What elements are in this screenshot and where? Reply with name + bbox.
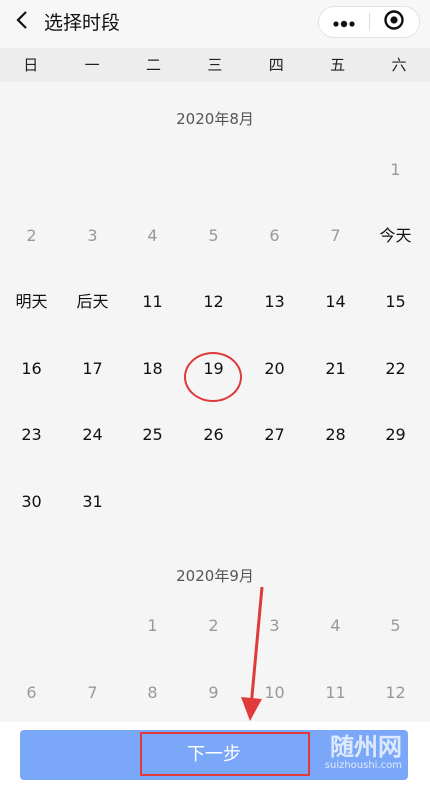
calendar-day[interactable]: 27 xyxy=(244,423,305,447)
calendar-day: 6 xyxy=(269,226,280,245)
annotation-box xyxy=(140,732,310,776)
calendar-day[interactable]: 今天 xyxy=(365,224,426,248)
calendar-day: 3 xyxy=(87,226,98,245)
weekday-fri: 五 xyxy=(330,56,346,74)
weekday-sun: 日 xyxy=(23,56,39,74)
watermark: 随州网 suizhoushi.com xyxy=(325,734,402,772)
chevron-left-icon xyxy=(15,10,29,34)
calendar-day: 5 xyxy=(390,616,401,635)
month-title-aug: 2020年8月 xyxy=(176,110,254,128)
page-title: 选择时段 xyxy=(44,12,121,34)
calendar-day[interactable]: 17 xyxy=(62,357,123,381)
calendar-day[interactable]: 13 xyxy=(244,290,305,314)
calendar-day[interactable]: 18 xyxy=(122,357,183,381)
calendar-day[interactable]: 20 xyxy=(244,357,305,381)
annotation-arrow xyxy=(238,585,268,729)
weekday-sat: 六 xyxy=(391,56,407,74)
calendar-day: 4 xyxy=(330,616,341,635)
weekday-header: 日 一 二 三 四 五 六 xyxy=(0,48,430,82)
more-button[interactable] xyxy=(319,7,369,37)
weekday-tue: 二 xyxy=(145,56,161,74)
calendar-day[interactable]: 16 xyxy=(1,357,62,381)
mini-program-capsule xyxy=(318,6,420,38)
calendar-day[interactable]: 26 xyxy=(183,423,244,447)
calendar-day: 1 xyxy=(147,616,158,635)
navigation-bar: 选择时段 xyxy=(0,0,430,46)
calendar-day[interactable]: 明天 xyxy=(1,290,62,314)
calendar-day: 11 xyxy=(325,683,346,702)
calendar-day[interactable]: 14 xyxy=(305,290,366,314)
calendar-day[interactable]: 19 xyxy=(183,357,244,381)
calendar-day: 12 xyxy=(385,683,406,702)
calendar-day: 8 xyxy=(147,683,158,702)
calendar-day[interactable]: 21 xyxy=(305,357,366,381)
weekday-thu: 四 xyxy=(268,56,284,74)
calendar-day: 1 xyxy=(390,160,401,179)
calendar-day: 5 xyxy=(208,226,219,245)
watermark-sub: suizhoushi.com xyxy=(324,760,402,771)
calendar-day: 7 xyxy=(330,226,341,245)
calendar-scroll[interactable]: 2020年8月 2020年9月 1 2 3 4 5 6 7 今天 明天 后天 11 12 13 14 15 1… xyxy=(0,82,430,722)
target-close-icon xyxy=(383,9,405,35)
back-button[interactable] xyxy=(8,8,36,36)
calendar-day: 6 xyxy=(26,683,37,702)
month-title-sep: 2020年9月 xyxy=(176,567,254,585)
watermark-main: 随州网 xyxy=(330,733,402,761)
calendar-day[interactable]: 30 xyxy=(1,490,62,514)
calendar-day[interactable]: 25 xyxy=(122,423,183,447)
close-button[interactable] xyxy=(369,7,419,37)
calendar-day[interactable]: 28 xyxy=(305,423,366,447)
calendar-day[interactable]: 15 xyxy=(365,290,426,314)
calendar-day: 2 xyxy=(208,616,219,635)
more-dots-icon xyxy=(332,13,356,32)
calendar-day[interactable]: 24 xyxy=(62,423,123,447)
calendar-day: 7 xyxy=(87,683,98,702)
weekday-mon: 一 xyxy=(84,56,100,74)
bottom-bar: 下一步 随州网 suizhoushi.com xyxy=(0,722,430,788)
next-step-button[interactable]: 下一步 随州网 suizhoushi.com xyxy=(20,730,408,780)
calendar-day[interactable]: 12 xyxy=(183,290,244,314)
calendar-day[interactable]: 后天 xyxy=(62,290,123,314)
calendar-day[interactable]: 11 xyxy=(122,290,183,314)
calendar-day: 2 xyxy=(26,226,37,245)
calendar-day[interactable]: 29 xyxy=(365,423,426,447)
calendar-day[interactable]: 31 xyxy=(62,490,123,514)
calendar-day[interactable]: 22 xyxy=(365,357,426,381)
weekday-wed: 三 xyxy=(207,56,223,74)
calendar-day: 9 xyxy=(208,683,219,702)
calendar-day[interactable]: 23 xyxy=(1,423,62,447)
calendar-day: 4 xyxy=(147,226,158,245)
